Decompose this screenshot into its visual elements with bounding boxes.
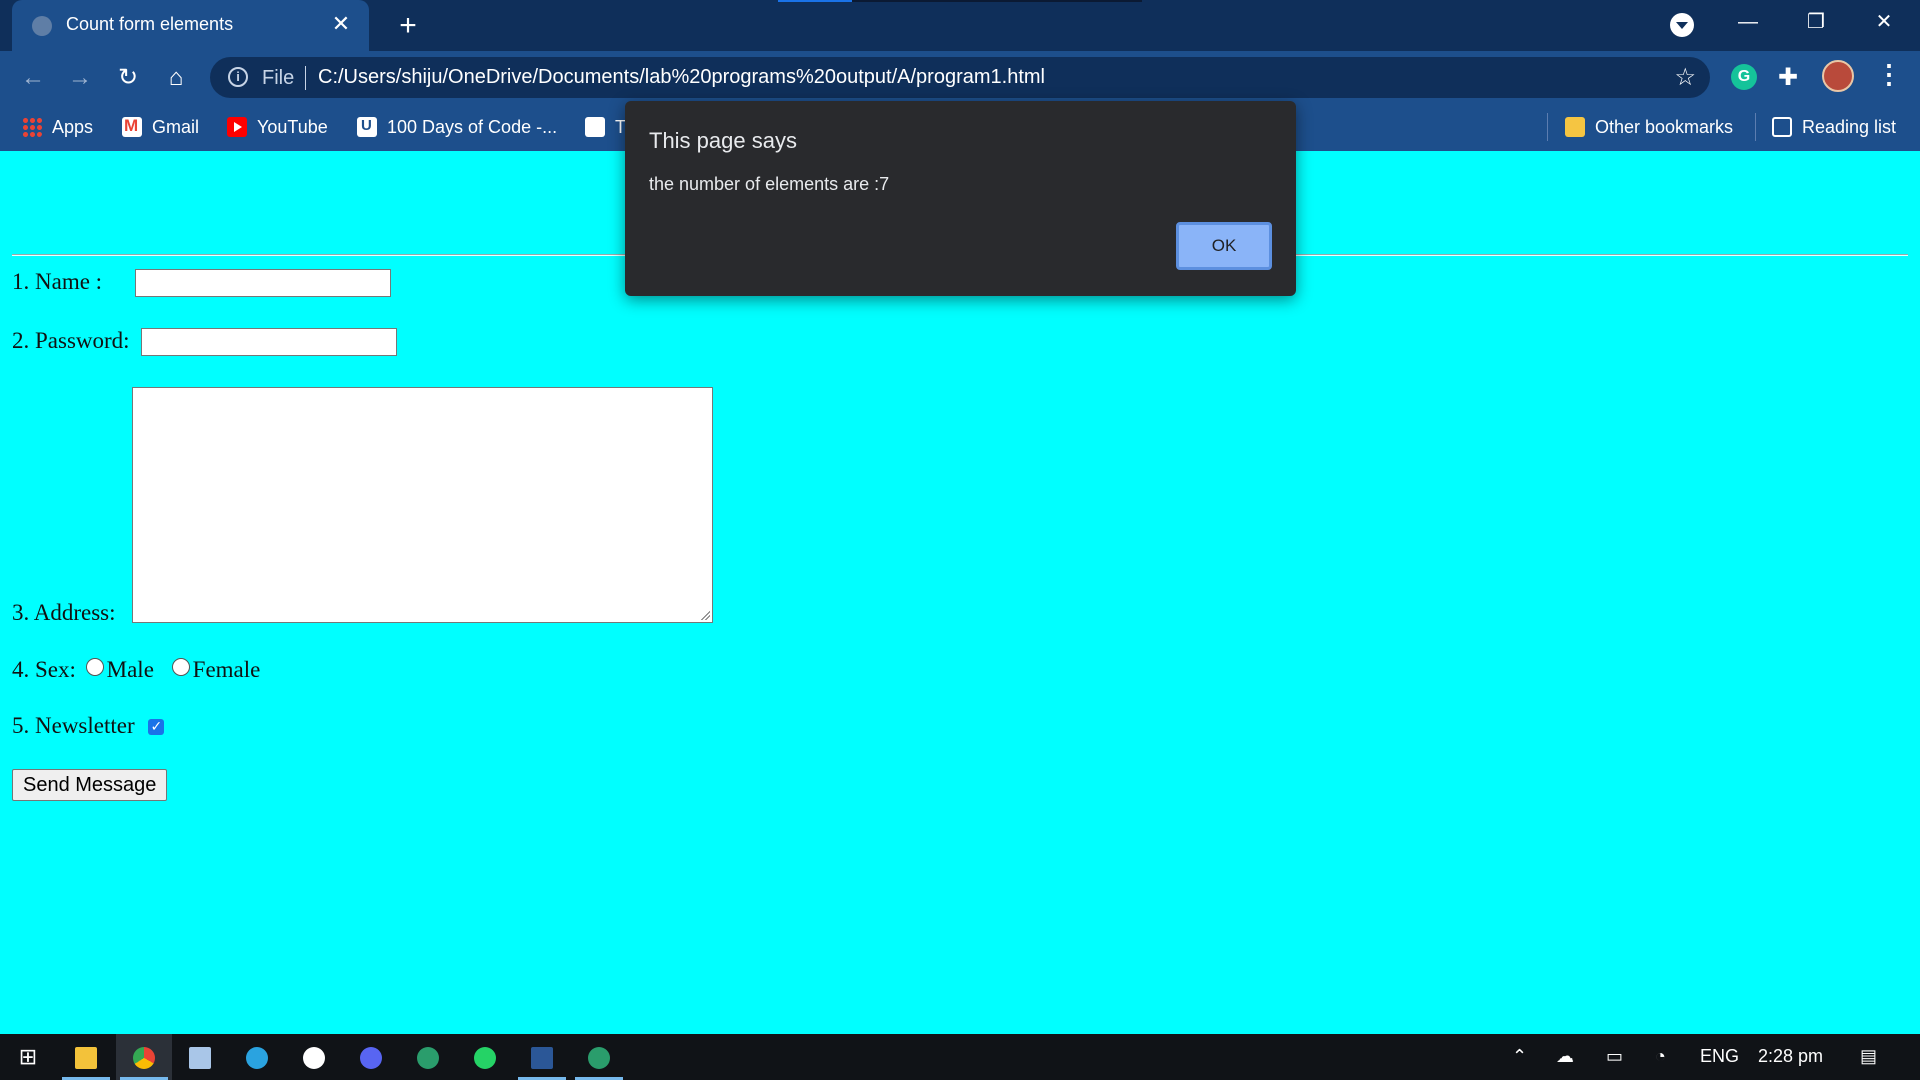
ok-button[interactable]: OK [1176, 222, 1272, 270]
url-separator [305, 66, 306, 90]
chrome-icon[interactable] [116, 1034, 172, 1080]
gmail-icon [122, 116, 142, 137]
bookmark-apps[interactable]: Apps [22, 117, 93, 138]
bookmark-apps-label: Apps [52, 117, 94, 137]
new-tab-button[interactable]: + [390, 8, 426, 44]
bookmark-100-days-label: 100 Days of Code -... [387, 117, 558, 137]
telegram-icon[interactable] [229, 1034, 285, 1080]
language-indicator[interactable]: ENG [1700, 1046, 1739, 1067]
notepad-icon[interactable] [172, 1034, 228, 1080]
chevron-up-icon[interactable]: ⌃ [1512, 1046, 1527, 1067]
male-label: Male [106, 657, 154, 682]
female-label: Female [192, 657, 261, 682]
chatgpt-icon[interactable] [400, 1034, 456, 1080]
grammarly-extension-icon[interactable]: G [1731, 64, 1757, 90]
tab-search-icon[interactable] [1670, 13, 1694, 37]
reading-list-icon [1772, 117, 1792, 137]
globe-icon [32, 16, 52, 36]
profile-avatar[interactable] [1822, 60, 1854, 92]
windows-taskbar: ⊞ ⌃ ☁ ▭ ◔ ENG 2:28 pm ▤ [0, 1034, 1920, 1080]
address-bar[interactable]: i File C:/Users/shiju/OneDrive/Documents… [210, 57, 1710, 98]
browser-toolbar: ← → ↻ ⌂ i File C:/Users/shiju/OneDrive/D… [0, 51, 1920, 104]
bookmark-other[interactable]: Other bookmarks [1565, 117, 1733, 138]
forward-button[interactable]: → [63, 61, 97, 95]
dialog-message: the number of elements are :7 [649, 174, 890, 194]
minimize-button[interactable]: — [1714, 0, 1782, 44]
bookmark-youtube-label: YouTube [257, 117, 328, 137]
password-label: 2. Password: [12, 328, 130, 353]
password-input[interactable] [141, 328, 397, 356]
youtube-icon [227, 117, 247, 137]
alert-dialog: This page says the number of elements ar… [625, 101, 1296, 296]
discord-icon[interactable] [343, 1034, 399, 1080]
reload-button[interactable]: ↻ [111, 61, 145, 95]
home-button[interactable]: ⌂ [159, 61, 193, 95]
word-icon[interactable] [514, 1034, 570, 1080]
send-message-button[interactable]: Send Message [12, 769, 168, 801]
address-label: 3. Address: [12, 600, 116, 625]
whatsapp-icon[interactable] [457, 1034, 513, 1080]
sex-label: 4. Sex: [12, 657, 76, 682]
tab-close-button[interactable]: ✕ [327, 10, 355, 38]
tab-strip: Count form elements ✕ + — ❐ ✕ [0, 0, 1920, 51]
reading-list-label: Reading list [1802, 117, 1897, 137]
newsletter-label: 5. Newsletter [12, 713, 135, 738]
male-radio[interactable] [85, 658, 104, 676]
resize-handle[interactable] [700, 610, 710, 620]
newsletter-row: 5. Newsletter ✓ [12, 713, 165, 739]
newsletter-checkbox[interactable]: ✓ [148, 719, 165, 735]
browser-tab[interactable]: Count form elements ✕ [12, 0, 369, 51]
bookmark-gmail-label: Gmail [152, 117, 200, 137]
bookmarks-divider [1547, 113, 1548, 141]
battery-icon[interactable]: ▭ [1606, 1046, 1623, 1067]
notification-icon[interactable]: ▤ [1860, 1046, 1877, 1067]
browser-menu-icon[interactable]: ⋮ [1876, 59, 1902, 90]
udemy-icon [357, 117, 377, 137]
bookmark-other-label: Other bookmarks [1595, 117, 1734, 137]
sex-row: 4. Sex: Male Female [12, 657, 260, 683]
clock[interactable]: 2:28 pm [1758, 1046, 1823, 1067]
bookmark-100-days[interactable]: 100 Days of Code -... [357, 117, 557, 138]
close-window-button[interactable]: ✕ [1850, 0, 1918, 44]
bookmark-youtube[interactable]: YouTube [227, 117, 328, 138]
tab-title: Count form elements [66, 14, 234, 34]
globe-icon [585, 117, 605, 137]
bookmarks-divider [1755, 113, 1756, 141]
url-text[interactable]: C:/Users/shiju/OneDrive/Documents/lab%20… [318, 66, 1045, 89]
tab-strip-indicator [778, 0, 1142, 2]
extensions-icon[interactable]: ✚ [1778, 63, 1798, 92]
chatgpt-icon[interactable] [571, 1034, 627, 1080]
name-label: 1. Name : [12, 269, 103, 294]
restore-button[interactable]: ❐ [1782, 0, 1850, 44]
bookmark-star-icon[interactable]: ☆ [1674, 63, 1696, 92]
bookmark-partial[interactable]: T [585, 117, 626, 138]
bookmark-gmail[interactable]: Gmail [122, 116, 200, 138]
back-button[interactable]: ← [16, 61, 50, 95]
app-icon[interactable] [286, 1034, 342, 1080]
onedrive-icon[interactable]: ☁ [1556, 1046, 1574, 1067]
female-radio[interactable] [171, 658, 190, 676]
info-icon[interactable]: i [228, 67, 248, 87]
start-button[interactable]: ⊞ [0, 1034, 56, 1080]
reading-list[interactable]: Reading list [1772, 117, 1896, 138]
url-scheme: File [262, 67, 295, 89]
file-explorer-icon[interactable] [58, 1034, 114, 1080]
apps-grid-icon [22, 117, 42, 137]
folder-icon [1565, 117, 1585, 137]
name-input[interactable] [135, 269, 391, 297]
address-textarea[interactable] [132, 387, 713, 623]
wifi-icon[interactable]: ◔ [1655, 1046, 1666, 1067]
dialog-title: This page says [649, 128, 797, 153]
